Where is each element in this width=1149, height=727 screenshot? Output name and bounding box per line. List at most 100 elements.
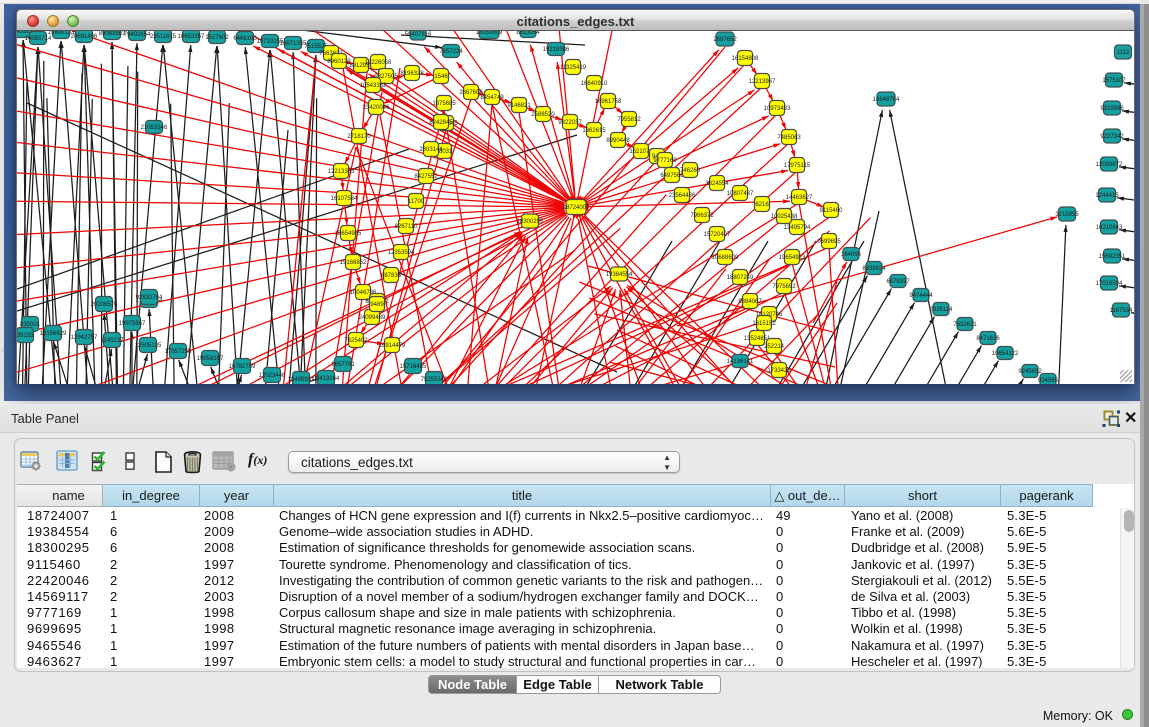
svg-text:12156829: 12156829 bbox=[40, 331, 67, 337]
svg-text:10653267: 10653267 bbox=[178, 34, 205, 40]
svg-text:19218986: 19218986 bbox=[543, 47, 570, 53]
svg-text:746266: 746266 bbox=[680, 168, 701, 174]
svg-text:14463627: 14463627 bbox=[786, 195, 813, 201]
svg-text:252214: 252214 bbox=[764, 344, 785, 350]
svg-text:79402654: 79402654 bbox=[124, 32, 151, 38]
svg-text:8471626: 8471626 bbox=[976, 336, 1000, 342]
svg-text:03413164: 03413164 bbox=[313, 376, 340, 382]
svg-text:89083863: 89083863 bbox=[99, 31, 126, 37]
svg-text:15720407: 15720407 bbox=[704, 232, 731, 238]
svg-text:9474444: 9474444 bbox=[909, 293, 933, 299]
svg-text:1145137: 1145137 bbox=[101, 338, 125, 344]
svg-text:39155: 39155 bbox=[17, 333, 34, 339]
svg-text:23420046: 23420046 bbox=[363, 105, 390, 111]
svg-text:19384554: 19384554 bbox=[606, 272, 633, 278]
svg-text:10543362: 10543362 bbox=[360, 83, 387, 89]
svg-text:9489: 9489 bbox=[370, 302, 384, 308]
svg-text:6216: 6216 bbox=[755, 202, 769, 208]
svg-text:1575107: 1575107 bbox=[1102, 78, 1126, 84]
svg-text:12353594: 12353594 bbox=[388, 250, 415, 256]
svg-text:7955812: 7955812 bbox=[617, 117, 641, 123]
svg-text:17957255: 17957255 bbox=[165, 349, 192, 355]
svg-text:1112: 1112 bbox=[1117, 50, 1130, 56]
svg-text:8267110: 8267110 bbox=[395, 224, 419, 230]
svg-text:16033809: 16033809 bbox=[476, 31, 503, 36]
svg-text:12093872: 12093872 bbox=[1096, 162, 1123, 168]
svg-text:13226058: 13226058 bbox=[365, 60, 392, 66]
svg-text:14136141: 14136141 bbox=[727, 359, 754, 365]
svg-text:24099489: 24099489 bbox=[359, 315, 386, 321]
svg-text:0699695: 0699695 bbox=[817, 239, 841, 245]
svg-text:164095: 164095 bbox=[841, 252, 862, 258]
svg-text:19654923: 19654923 bbox=[779, 255, 806, 261]
svg-text:10654122: 10654122 bbox=[992, 351, 1019, 357]
svg-text:15716485: 15716485 bbox=[400, 364, 427, 370]
svg-text:1244415: 1244415 bbox=[1095, 193, 1119, 199]
svg-text:7485063: 7485063 bbox=[777, 135, 801, 141]
svg-text:12505135: 12505135 bbox=[135, 343, 162, 349]
svg-text:2687652: 2687652 bbox=[713, 37, 737, 43]
svg-text:7986372: 7986372 bbox=[690, 213, 714, 219]
svg-text:3824554: 3824554 bbox=[705, 181, 729, 187]
svg-text:23564436: 23564436 bbox=[669, 193, 696, 199]
svg-text:16107534: 16107534 bbox=[331, 196, 358, 202]
svg-text:6879197: 6879197 bbox=[886, 279, 910, 285]
svg-text:10973493: 10973493 bbox=[764, 106, 791, 112]
svg-text:19958107: 19958107 bbox=[197, 356, 224, 362]
svg-text:8196328: 8196328 bbox=[400, 71, 424, 77]
svg-text:6466160: 6466160 bbox=[233, 36, 257, 42]
svg-text:2935114: 2935114 bbox=[930, 307, 954, 313]
svg-text:12213383: 12213383 bbox=[328, 169, 355, 175]
svg-text:1527602: 1527602 bbox=[205, 35, 229, 41]
svg-text:887835: 887835 bbox=[381, 273, 402, 279]
svg-text:8938924: 8938924 bbox=[862, 266, 886, 272]
svg-text:9329986: 9329986 bbox=[1100, 106, 1124, 112]
svg-text:924565: 924565 bbox=[1038, 378, 1059, 384]
svg-text:1362615: 1362615 bbox=[582, 128, 606, 134]
svg-text:1546: 1546 bbox=[434, 74, 448, 80]
svg-text:18300295: 18300295 bbox=[517, 219, 544, 225]
svg-text:9146821: 9146821 bbox=[507, 103, 531, 109]
svg-text:1615152: 1615152 bbox=[752, 321, 776, 327]
svg-text:19654985: 19654985 bbox=[335, 231, 362, 237]
svg-text:8242845: 8242845 bbox=[429, 120, 453, 126]
svg-text:9657791: 9657791 bbox=[331, 362, 355, 368]
svg-text:2803144: 2803144 bbox=[419, 147, 443, 153]
svg-text:20206576: 20206576 bbox=[91, 302, 118, 308]
svg-text:9245652: 9245652 bbox=[1018, 369, 1042, 375]
svg-text:2588520: 2588520 bbox=[531, 112, 555, 118]
svg-text:16671355: 16671355 bbox=[280, 41, 307, 47]
svg-text:16648784: 16648784 bbox=[873, 97, 900, 103]
svg-text:16210643: 16210643 bbox=[1096, 225, 1123, 231]
svg-text:18807249: 18807249 bbox=[727, 275, 754, 281]
svg-text:12942757: 12942757 bbox=[71, 335, 98, 341]
svg-text:8454749: 8454749 bbox=[480, 95, 504, 101]
svg-text:2718170: 2718170 bbox=[347, 134, 371, 140]
svg-text:14055714: 14055714 bbox=[25, 36, 52, 42]
svg-text:1167534: 1167534 bbox=[1110, 308, 1134, 314]
svg-text:9777169: 9777169 bbox=[653, 158, 677, 164]
svg-text:18495931: 18495931 bbox=[288, 377, 315, 383]
svg-text:9384067: 9384067 bbox=[738, 299, 762, 305]
svg-text:59407816: 59407816 bbox=[405, 32, 432, 38]
svg-text:23511615: 23511615 bbox=[150, 34, 177, 40]
svg-text:17975115: 17975115 bbox=[784, 163, 811, 169]
svg-text:3215955: 3215955 bbox=[1055, 212, 1079, 218]
svg-text:19166852: 19166852 bbox=[340, 260, 367, 266]
svg-text:1875685: 1875685 bbox=[432, 101, 456, 107]
svg-text:16640910: 16640910 bbox=[581, 81, 608, 87]
svg-text:16914479: 16914479 bbox=[379, 343, 406, 349]
svg-text:13495794: 13495794 bbox=[784, 225, 811, 231]
svg-text:19975867: 19975867 bbox=[119, 321, 146, 327]
svg-text:7632621: 7632621 bbox=[953, 322, 977, 328]
svg-text:92832764: 92832764 bbox=[136, 295, 163, 301]
svg-text:10688609: 10688609 bbox=[712, 255, 739, 261]
svg-text:7857224: 7857224 bbox=[439, 49, 463, 55]
svg-text:16782759: 16782759 bbox=[229, 364, 256, 370]
svg-text:9322037: 9322037 bbox=[558, 120, 582, 126]
svg-text:11700: 11700 bbox=[408, 199, 425, 205]
svg-text:10807487: 10807487 bbox=[727, 191, 754, 197]
svg-text:8990448: 8990448 bbox=[606, 138, 630, 144]
svg-text:8427552: 8427552 bbox=[414, 174, 438, 180]
svg-text:9115460: 9115460 bbox=[820, 208, 844, 214]
